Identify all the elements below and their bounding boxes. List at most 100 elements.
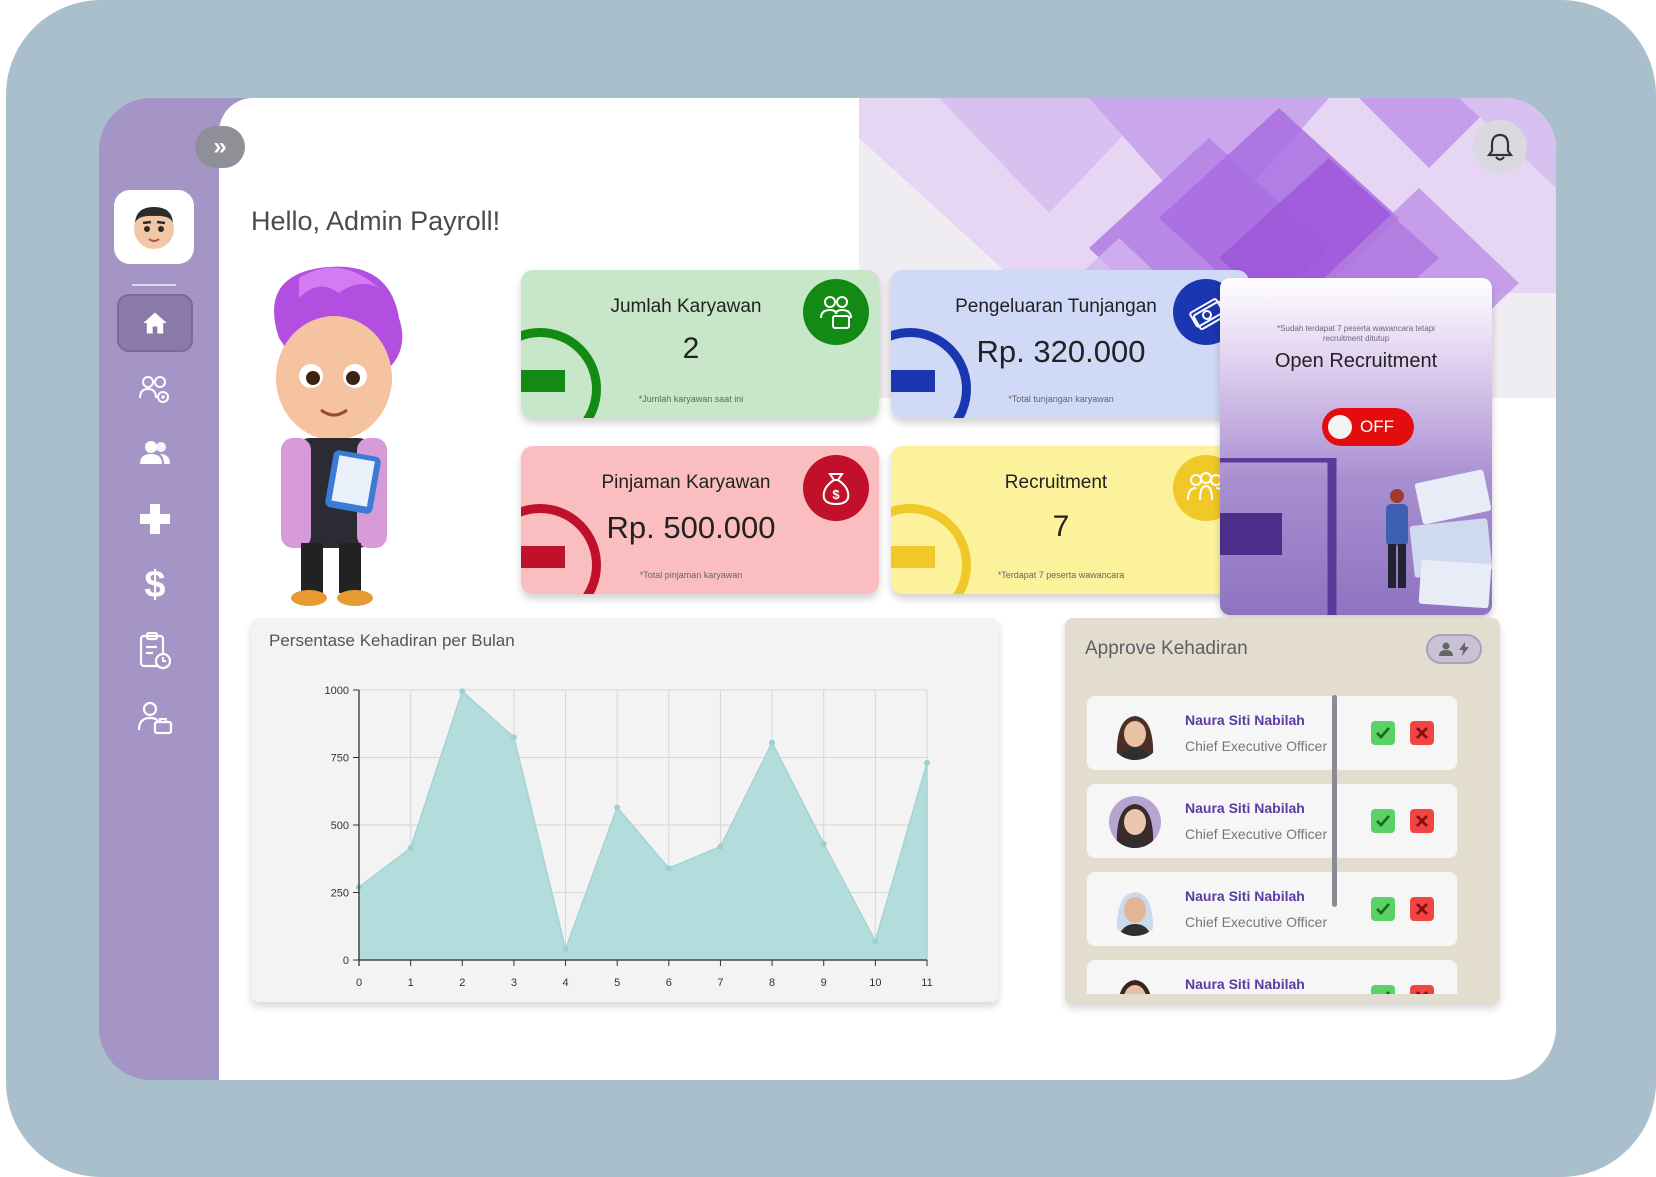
notification-bell-button[interactable]	[1473, 120, 1527, 174]
open-recruitment-note: *Sudah terdapat 7 peserta wawancara teta…	[1277, 324, 1435, 343]
x-tick-label: 4	[562, 977, 568, 989]
x-tick-label: 10	[869, 977, 881, 989]
employee-role: Chief Executive Officer	[1185, 914, 1328, 930]
data-point	[665, 865, 672, 872]
data-point	[407, 844, 414, 851]
approve-button[interactable]	[1371, 897, 1395, 921]
card-badge	[803, 279, 869, 345]
close-icon	[1416, 903, 1428, 915]
approve-button[interactable]	[1371, 985, 1395, 994]
card-note: *Total tunjangan karyawan	[1008, 394, 1114, 404]
employee-name: Naura Siti Nabilah	[1185, 976, 1305, 992]
app-window: $ Hello, Admin Payroll! Jumlah Karyawan …	[99, 98, 1556, 1080]
employee-photo	[1109, 708, 1161, 760]
people-icon	[140, 441, 170, 464]
x-tick-label: 11	[921, 977, 932, 989]
employee-name: Naura Siti Nabilah	[1185, 712, 1305, 728]
x-tick-label: 7	[717, 977, 723, 989]
check-icon	[1385, 991, 1391, 994]
x-tick-label: 8	[769, 977, 775, 989]
reject-button[interactable]	[1410, 897, 1434, 921]
dollar-icon: $	[144, 563, 166, 606]
employee-photo	[1109, 796, 1161, 848]
y-tick-label: 0	[343, 955, 349, 967]
sidebar-item-health[interactable]	[117, 490, 193, 548]
card-title: Recruitment	[1004, 472, 1108, 493]
approve-kehadiran-panel: Approve Kehadiran Naura Siti Nabilah Chi…	[1065, 618, 1500, 1004]
close-icon	[1416, 727, 1428, 739]
card-value: 2	[682, 332, 700, 365]
recruitment-illustration	[1220, 458, 1492, 615]
employees-icon	[820, 296, 852, 329]
card-jumlah-karyawan[interactable]: Jumlah Karyawan 2 *Jumlah karyawan saat …	[521, 270, 879, 418]
data-point	[562, 946, 569, 953]
sidebar-item-users-settings[interactable]	[117, 360, 193, 418]
approve-scrollbar[interactable]	[1332, 695, 1337, 907]
attendance-chart-card: Persentase Kehadiran per Bulan 0 250 500 75…	[251, 618, 999, 1002]
approve-list[interactable]: Naura Siti Nabilah Chief Executive Offic…	[1087, 696, 1459, 994]
open-recruitment-toggle[interactable]: OFF	[1322, 408, 1414, 446]
x-tick-label: 2	[459, 977, 465, 989]
x-tick-label: 5	[614, 977, 620, 989]
svg-text:$: $	[832, 487, 840, 502]
approve-title: Approve Kehadiran	[1085, 638, 1248, 659]
approve-filter-button[interactable]	[1426, 634, 1482, 664]
main-panel: Hello, Admin Payroll! Jumlah Karyawan 2 …	[219, 98, 1556, 1080]
card-note: *Terdapat 7 peserta wawancara	[997, 570, 1125, 580]
user-briefcase-icon	[137, 701, 173, 735]
avatar-face-icon	[134, 207, 174, 249]
card-recruitment[interactable]: Recruitment 7 *Terdapat 7 peserta wawanc…	[891, 446, 1249, 594]
employee-photo	[1109, 972, 1161, 994]
card-value: Rp. 500.000	[606, 510, 776, 545]
approve-row: Naura Siti Nabilah Chief Executive Offic…	[1087, 696, 1457, 770]
sidebar-item-employees[interactable]	[117, 424, 193, 482]
employee-name: Naura Siti Nabilah	[1185, 800, 1305, 816]
card-value: 7	[1052, 510, 1070, 543]
x-tick-label: 3	[511, 977, 517, 989]
sidebar-item-home[interactable]	[117, 294, 193, 352]
reject-button[interactable]	[1410, 809, 1434, 833]
x-tick-label: 0	[356, 977, 362, 989]
card-note: *Total pinjaman karyawan	[639, 570, 743, 580]
y-tick-label: 750	[331, 753, 349, 765]
card-badge: $	[803, 455, 869, 521]
open-recruitment-card: *Sudah terdapat 7 peserta wawancara teta…	[1220, 278, 1492, 615]
data-point	[924, 759, 930, 766]
sidebar-divider	[132, 284, 176, 286]
sidebar-item-attendance[interactable]	[117, 622, 193, 680]
employee-role: Chief Executive Officer	[1185, 826, 1328, 842]
card-value: Rp. 320.000	[976, 334, 1146, 369]
attendance-area-chart: 0 250 500 750 1000 0 1 2 3 4 5 6 7 8 9 10 11	[325, 685, 933, 989]
x-tick-label: 1	[408, 977, 414, 989]
plus-icon	[140, 504, 170, 534]
card-pengeluaran-tunjangan[interactable]: Pengeluaran Tunjangan Rp. 320.000 *Total…	[891, 270, 1249, 418]
employee-name: Naura Siti Nabilah	[1185, 888, 1305, 904]
users-gear-icon	[139, 376, 169, 403]
reject-button[interactable]	[1410, 985, 1434, 994]
x-tick-label: 6	[666, 977, 672, 989]
sidebar-item-recruitment[interactable]	[117, 688, 193, 746]
collapse-sidebar-button[interactable]: »	[195, 126, 245, 168]
decor-bar	[891, 370, 935, 392]
y-tick-label: 250	[331, 888, 349, 900]
toggle-knob	[1328, 415, 1352, 439]
employee-role: Chief Executive Officer	[1185, 738, 1328, 754]
check-icon	[1376, 903, 1391, 916]
decor-bar	[891, 546, 935, 568]
data-point	[614, 804, 621, 811]
reject-button[interactable]	[1410, 721, 1434, 745]
data-point	[820, 840, 827, 847]
approve-row: Naura Siti Nabilah Chief Executive Offic…	[1087, 960, 1457, 994]
approve-button[interactable]	[1371, 721, 1395, 745]
approve-button[interactable]	[1371, 809, 1395, 833]
approve-row: Naura Siti Nabilah Chief Executive Offic…	[1087, 784, 1457, 858]
user-icon	[1439, 642, 1453, 656]
greeting-heading: Hello, Admin Payroll!	[251, 206, 501, 236]
sidebar-item-salary[interactable]: $	[117, 556, 193, 614]
bell-icon	[1486, 133, 1514, 161]
data-point	[769, 739, 776, 746]
card-pinjaman-karyawan[interactable]: Pinjaman Karyawan Rp. 500.000 *Total pin…	[521, 446, 879, 594]
money-bag-icon: $	[822, 473, 850, 506]
decor-bar	[521, 370, 565, 392]
avatar[interactable]	[114, 190, 194, 264]
